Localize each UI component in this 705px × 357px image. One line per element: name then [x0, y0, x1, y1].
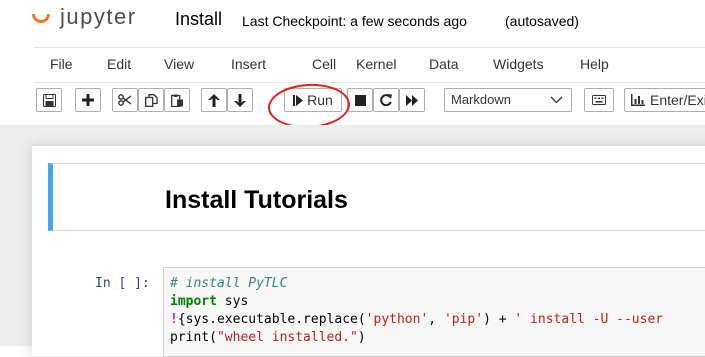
menu-kernel[interactable]: Kernel [356, 56, 396, 72]
chevron-down-icon [550, 96, 563, 104]
cell-type-select[interactable]: Markdown [444, 88, 572, 112]
stop-icon [354, 94, 366, 106]
cell-type-value: Markdown [451, 92, 511, 107]
move-up-button[interactable] [201, 88, 227, 112]
code-line-2: import sys [170, 294, 249, 309]
markdown-heading: Install Tutorials [165, 186, 348, 214]
restart-run-all-button[interactable] [399, 88, 425, 112]
plus-icon [82, 94, 94, 106]
paste-button[interactable] [164, 88, 190, 112]
arrow-down-icon [234, 93, 246, 107]
code-line-3: !{sys.executable.replace('python', 'pip'… [170, 312, 664, 327]
insert-cell-button[interactable] [75, 88, 101, 112]
checkpoint-status: Last Checkpoint: a few seconds ago [242, 13, 467, 29]
arrow-up-icon [208, 93, 220, 107]
copy-icon [144, 93, 158, 107]
scissors-icon [118, 94, 132, 106]
menu-view[interactable]: View [164, 56, 194, 72]
menu-insert[interactable]: Insert [231, 56, 266, 72]
menu-help[interactable]: Help [580, 56, 609, 72]
menu-edit[interactable]: Edit [107, 56, 131, 72]
markdown-cell[interactable] [48, 163, 705, 231]
menu-cell[interactable]: Cell [312, 56, 336, 72]
notebook-title[interactable]: Install [175, 9, 222, 30]
code-line-4: print("wheel installed.") [170, 330, 366, 345]
copy-button[interactable] [138, 88, 164, 112]
menu-file[interactable]: File [50, 56, 73, 72]
toolbar: Run Markdown Enter/Exi [34, 88, 705, 116]
fast-forward-icon [405, 94, 418, 106]
paste-icon [170, 94, 183, 107]
menu-widgets[interactable]: Widgets [493, 56, 544, 72]
keyboard-icon [592, 95, 606, 105]
restart-kernel-button[interactable] [373, 88, 399, 112]
code-cell-prompt: In [ ]: [95, 276, 150, 291]
command-palette-button[interactable] [584, 88, 614, 112]
jupyter-logo-text: jupyter [60, 4, 137, 29]
code-line-1: # install PyTLC [170, 276, 288, 291]
cut-button[interactable] [112, 88, 138, 112]
restart-icon [380, 94, 392, 106]
enter-exit-button[interactable]: Enter/Exi [624, 88, 705, 112]
notebook-header: jupyter Install Last Checkpoint: a few s… [0, 0, 705, 40]
save-icon [42, 93, 56, 107]
code-cell-editor[interactable]: # install PyTLC import sys !{sys.executa… [163, 267, 705, 357]
interrupt-kernel-button[interactable] [347, 88, 373, 112]
jupyter-logo-icon [32, 14, 52, 26]
enter-exit-label: Enter/Exi [650, 92, 705, 108]
menubar: File Edit View Insert Cell Kernel Data W… [34, 47, 705, 83]
move-down-button[interactable] [227, 88, 253, 112]
autosave-status: (autosaved) [505, 13, 579, 29]
bar-chart-icon [631, 94, 645, 106]
menu-data[interactable]: Data [429, 56, 459, 72]
save-button[interactable] [36, 88, 62, 112]
